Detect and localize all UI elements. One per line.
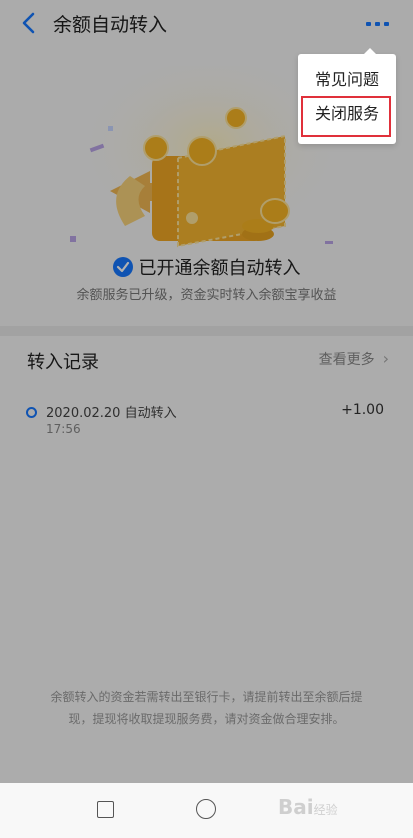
menu-item-faq[interactable]: 常见问题 bbox=[298, 66, 396, 90]
system-navbar: Bai经验 bbox=[0, 783, 413, 838]
home-button[interactable] bbox=[196, 799, 216, 819]
watermark-logo: Bai经验 bbox=[278, 795, 338, 819]
highlight-box bbox=[301, 96, 391, 137]
recent-apps-button[interactable] bbox=[97, 801, 114, 818]
